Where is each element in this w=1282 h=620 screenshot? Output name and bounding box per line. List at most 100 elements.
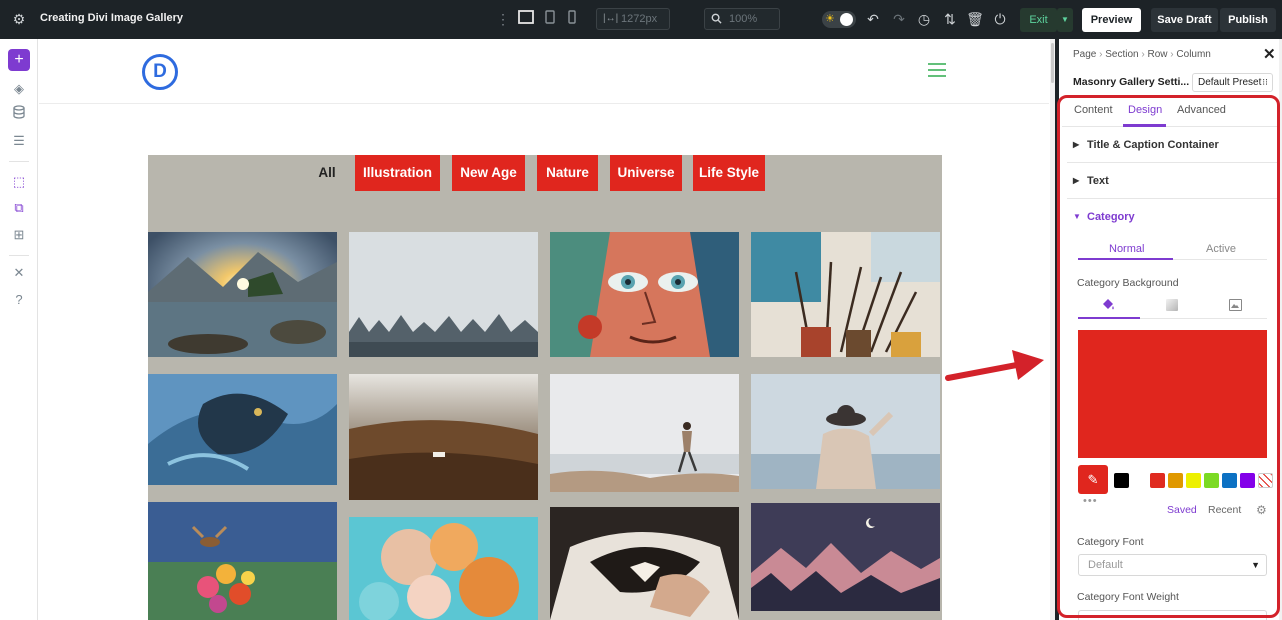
tab-content[interactable]: Content [1074,104,1113,116]
breadcrumb-row[interactable]: Row [1148,49,1168,60]
category-filter-all[interactable]: All [309,155,345,191]
swatch-blue[interactable] [1222,473,1237,488]
preview-button[interactable]: Preview [1082,8,1141,32]
portability-icon[interactable]: ⇅ [941,10,959,28]
image-icon[interactable] [1229,299,1242,311]
toggle-knob [840,13,853,26]
swatch-transparent[interactable] [1258,473,1273,488]
search-icon [711,9,722,31]
breadcrumb-section[interactable]: Section [1105,49,1138,60]
swatch-green[interactable] [1204,473,1219,488]
gallery-image[interactable] [751,503,940,611]
trash-icon[interactable]: 🗑 [966,10,984,28]
category-filter-nature[interactable]: Nature [537,155,598,191]
state-tab-active[interactable]: Active [1206,243,1236,255]
color-settings-gear-icon[interactable]: ⚙ [1256,503,1267,517]
category-filter-life-style[interactable]: Life Style [693,155,765,191]
more-options-icon[interactable]: ••• [1083,495,1098,507]
select-tool-icon[interactable]: ⬚ [10,173,28,191]
tab-advanced[interactable]: Advanced [1177,104,1226,116]
drag-handle-icon[interactable]: ⋮ [494,10,512,28]
tab-design[interactable]: Design [1128,104,1162,116]
layers-icon[interactable]: ◈ [10,80,28,98]
gallery-image[interactable] [550,374,739,492]
section-title-caption-container[interactable]: ▶ Title & Caption Container [1067,127,1279,163]
category-filter-illustration[interactable]: Illustration [355,155,440,191]
paint-bucket-icon[interactable] [1101,298,1117,314]
gallery-image[interactable] [349,232,538,357]
redo-icon[interactable]: ↷ [890,10,908,28]
state-tab-normal[interactable]: Normal [1109,243,1144,255]
width-input[interactable]: |↔| 1272px [596,8,670,30]
gallery-image[interactable] [148,232,337,357]
database-icon[interactable] [10,105,28,123]
swatch-white[interactable] [1132,473,1147,488]
divi-logo[interactable]: D [142,54,178,90]
gallery-image[interactable] [550,507,739,620]
section-label: Category [1087,211,1135,223]
multi-select-icon[interactable]: ⧉ [10,199,28,217]
global-items-icon[interactable]: ⊞ [10,226,28,244]
swatch-black[interactable] [1114,473,1129,488]
zoom-input[interactable]: 100% [704,8,780,30]
add-module-icon[interactable]: + [8,49,30,71]
swatch-orange[interactable] [1168,473,1183,488]
history-icon[interactable]: ◷ [915,10,933,28]
gallery-image[interactable] [349,517,538,620]
breadcrumb-column[interactable]: Column [1176,49,1210,60]
hamburger-menu-icon[interactable] [928,63,946,77]
exit-dropdown-chevron-icon[interactable]: ▼ [1057,8,1073,32]
breadcrumb: Page › Section › Row › Column [1073,49,1211,60]
left-sidebar: + ◈ ☰ ⬚ ⧉ ⊞ ✕ ? [0,39,38,620]
preset-dropdown[interactable]: Default Preset ⁝⁝ [1192,73,1273,92]
site-header: D [39,39,1049,104]
page-canvas: D All Illustration New Age Nature Univer… [39,39,1049,620]
category-font-weight-select[interactable] [1078,610,1267,620]
section-label: Text [1087,175,1109,187]
theme-toggle[interactable]: ☀ [822,11,856,28]
phone-view-icon[interactable] [563,10,581,28]
gallery-image[interactable] [751,232,940,357]
gradient-icon[interactable] [1166,299,1178,311]
gallery-image[interactable] [550,232,739,357]
chevron-down-icon: ▼ [1251,560,1260,570]
category-font-weight-label: Category Font Weight [1077,591,1179,603]
section-text[interactable]: ▶ Text [1067,163,1279,199]
undo-icon[interactable]: ↶ [864,10,882,28]
color-preview[interactable] [1078,330,1267,458]
close-icon[interactable]: ✕ [1263,45,1276,63]
swatch-purple[interactable] [1240,473,1255,488]
preset-label: Default Preset [1198,77,1262,88]
saved-colors-tab[interactable]: Saved [1167,504,1197,516]
scrollbar-thumb[interactable] [1051,43,1054,83]
swatch-yellow[interactable] [1186,473,1201,488]
tools-icon[interactable]: ✕ [10,264,28,282]
publish-button[interactable]: Publish [1220,8,1276,32]
help-icon[interactable]: ? [10,291,28,309]
annotation-arrow-icon [945,350,1044,381]
gallery-image[interactable] [148,502,337,620]
desktop-view-icon[interactable] [517,10,535,28]
caret-down-icon: ▼ [1073,212,1081,221]
gallery-image[interactable] [148,374,337,485]
recent-colors-tab[interactable]: Recent [1208,504,1241,516]
section-category[interactable]: ▼ Category [1067,199,1279,235]
breadcrumb-page[interactable]: Page [1073,49,1096,60]
gallery-image[interactable] [349,374,538,500]
gallery-image[interactable] [751,374,940,489]
caret-right-icon: ▶ [1073,176,1080,185]
power-icon[interactable]: ⏻ [991,10,1009,28]
gear-icon[interactable]: ⚙ [10,10,28,28]
category-filter-universe[interactable]: Universe [610,155,682,191]
category-font-select[interactable]: Default ▼ [1078,554,1267,576]
page-settings-icon[interactable]: ☰ [10,132,28,150]
eyedropper-icon[interactable]: ✎ [1078,465,1108,494]
category-background-label: Category Background [1077,277,1179,289]
category-filter-new-age[interactable]: New Age [452,155,525,191]
tablet-view-icon[interactable] [541,10,559,28]
page-title: Creating Divi Image Gallery [40,12,184,24]
caret-right-icon: ▶ [1073,140,1080,149]
save-draft-button[interactable]: Save Draft [1151,8,1218,32]
exit-button[interactable]: Exit [1020,8,1057,32]
swatch-red[interactable] [1150,473,1165,488]
